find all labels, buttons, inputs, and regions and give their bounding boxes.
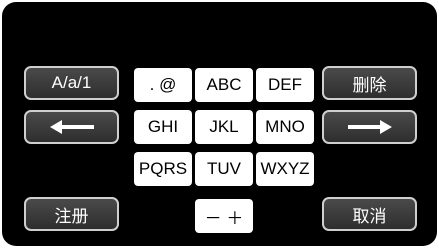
delete-button[interactable]: 删除 [322, 66, 417, 100]
register-button[interactable]: 注册 [24, 197, 119, 231]
input-segment-group [165, 35, 168, 46]
mode-toggle-button[interactable]: A/a/1 [24, 66, 119, 100]
cancel-button[interactable]: 取消 [322, 197, 417, 231]
key-ghi[interactable]: GHI [134, 110, 192, 144]
key-def[interactable]: DEF [256, 68, 314, 102]
key-mno[interactable]: MNO [256, 110, 314, 144]
key-jkl[interactable]: JKL [195, 110, 253, 144]
input-segment-group [174, 35, 175, 46]
key-abc[interactable]: ABC [195, 68, 253, 102]
cursor-left-button[interactable] [24, 110, 119, 144]
key-tuv[interactable]: TUV [195, 152, 253, 186]
input-segment-group [157, 35, 159, 46]
key-minus-plus[interactable]: － ＋ [195, 199, 253, 233]
key-symbols[interactable]: . @ [134, 68, 192, 102]
right-arrow-icon [347, 120, 392, 134]
key-wxyz[interactable]: WXYZ [256, 152, 314, 186]
key-pqrs[interactable]: PQRS [134, 152, 192, 186]
keyboard-screen: A/a/1 . @ ABC DEF 删除 GHI JKL MNO PQRS TU… [2, 2, 437, 246]
left-arrow-icon [49, 120, 94, 134]
text-input-display[interactable] [157, 33, 175, 47]
cursor-right-button[interactable] [322, 110, 417, 144]
